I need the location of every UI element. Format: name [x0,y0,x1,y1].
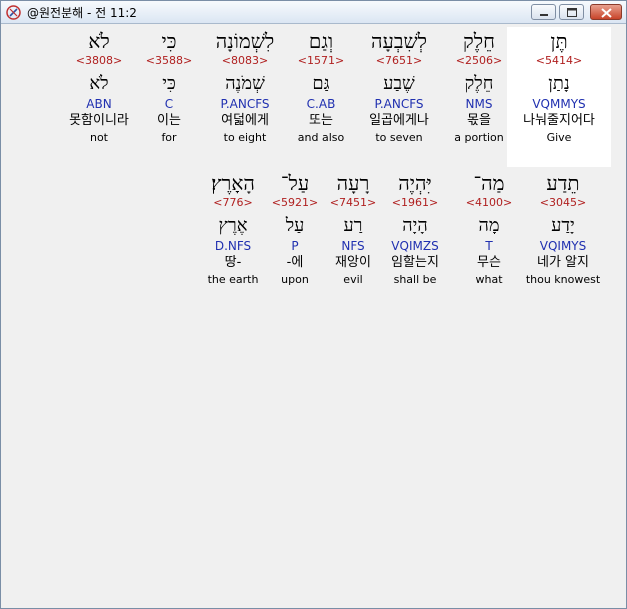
lemma-word: שֶׁבַע [383,73,415,94]
hebrew-word: הָאָרֶץ׃ [211,171,255,195]
maximize-icon [567,8,577,17]
minimize-icon [540,14,548,16]
parse-code: D.NFS [214,239,252,253]
korean-gloss: 나눠줄지어다 [523,113,595,128]
hebrew-word: תֶּן [550,29,568,53]
parse-code: ABN [86,97,112,111]
interlinear-panel: תֶּן <5414> נָתַן VQMMYS 나눠줄지어다 Give חֵלֶק <250… [3,25,622,606]
english-gloss: the earth [207,273,259,286]
word-cell[interactable]: הָאָרֶץ׃ <776> אֶרֶץ D.NFS 땅-the earth [188,171,278,287]
strong-number: <5414> [535,54,583,67]
parse-code: NMS [465,97,493,111]
lemma-word: לֹא [89,73,109,94]
english-gloss: a portion [454,131,504,144]
korean-gloss: 몫을 [467,113,491,128]
title-bar[interactable]: @원전분해 - 전 11:2 [1,1,626,24]
parse-code: VQMMYS [532,97,586,111]
word-cell[interactable]: תֶּן <5414> נָתַן VQMMYS 나눠줄지어다 Give [514,29,604,145]
word-cell[interactable]: חֵלֶק <2506> חֵלֶק NMS 몫을 a portion [434,29,524,145]
hebrew-word: חֵלֶק [463,29,495,53]
maximize-button[interactable] [559,4,584,20]
close-icon [601,8,612,18]
korean-gloss: 못함이니라 [69,113,129,128]
word-cell[interactable]: לֹא <3808> לֹא ABN 못함이니라 not [54,29,144,145]
lemma-word: נָתַן [548,73,570,94]
word-cell[interactable]: לְשִׁבְעָה <7651> שֶׁבַע P.ANCFS 일곱에게나 to sev… [354,29,444,145]
app-window: @원전분해 - 전 11:2 תֶּן <5414> נָתַן VQMMYS 나눠줄지… [0,0,627,609]
korean-gloss: 일곱에게나 [369,113,429,128]
app-icon [6,5,21,20]
strong-number: <2506> [455,54,503,67]
english-gloss: to seven [375,131,423,144]
english-gloss: Give [546,131,572,144]
korean-gloss: 땅- [224,255,242,270]
minimize-button[interactable] [531,4,556,20]
strong-number: <7651> [375,54,423,67]
lemma-word: חֵלֶק [464,73,494,94]
english-gloss: not [89,131,108,144]
hebrew-word: לְשִׁבְעָה [371,29,427,53]
strong-number: <776> [213,196,253,209]
close-button[interactable] [590,4,622,20]
lemma-word: אֶרֶץ [218,215,248,236]
parse-code: P.ANCFS [374,97,424,111]
strong-number: <3808> [75,54,123,67]
window-title: @원전분해 - 전 11:2 [27,6,137,20]
hebrew-word: לֹא [88,29,110,53]
